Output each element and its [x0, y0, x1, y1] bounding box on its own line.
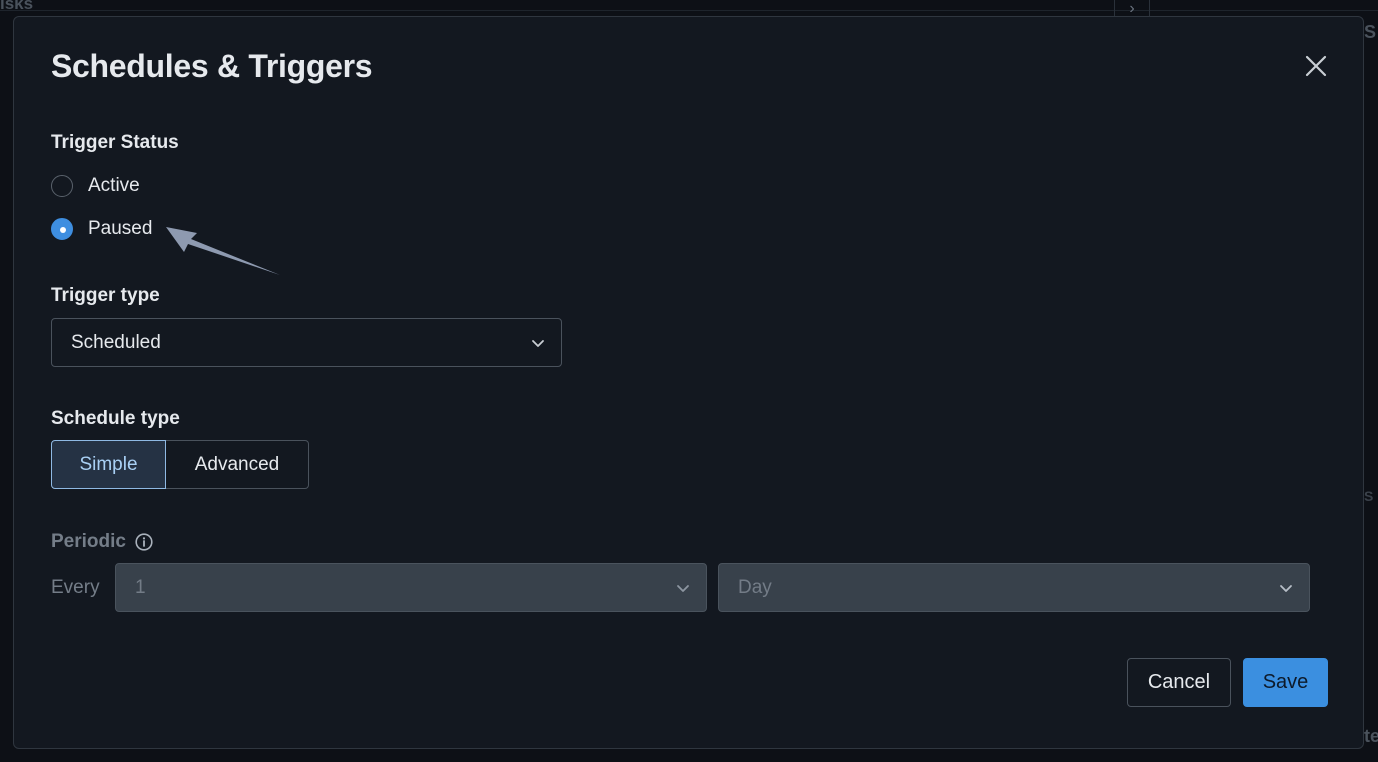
trigger-type-label: Trigger type — [51, 285, 160, 306]
chevron-down-icon — [1280, 584, 1292, 592]
background-text: isks — [0, 0, 34, 13]
info-icon[interactable] — [135, 533, 153, 551]
radio-paused[interactable]: Paused — [51, 216, 152, 242]
background-divider — [0, 10, 1378, 11]
unit-select: Day — [718, 563, 1310, 612]
chevron-down-icon — [532, 339, 544, 347]
radio-paused-label: Paused — [88, 218, 153, 239]
close-button[interactable] — [1300, 50, 1332, 82]
save-button[interactable]: Save — [1243, 658, 1328, 707]
background-text: te — [1364, 726, 1378, 746]
every-label: Every — [51, 577, 100, 598]
radio-active[interactable]: Active — [51, 173, 140, 199]
interval-select: 1 — [115, 563, 707, 612]
close-icon — [1305, 55, 1327, 77]
schedule-type-simple-button[interactable]: Simple — [51, 440, 166, 489]
radio-active-label: Active — [88, 175, 140, 196]
schedule-type-label: Schedule type — [51, 408, 180, 429]
trigger-status-label: Trigger Status — [51, 132, 179, 153]
periodic-label: Periodic — [51, 531, 126, 552]
unit-value: Day — [738, 576, 772, 598]
background-text: S — [1364, 22, 1377, 42]
schedules-triggers-dialog: Schedules & Triggers Trigger Status Acti… — [13, 16, 1364, 749]
schedule-type-advanced-button[interactable]: Advanced — [166, 440, 309, 489]
periodic-label-row: Periodic — [51, 531, 153, 553]
radio-active-circle[interactable] — [51, 175, 73, 197]
annotation-arrow — [166, 227, 280, 275]
cancel-button[interactable]: Cancel — [1127, 658, 1231, 707]
trigger-type-value: Scheduled — [71, 331, 161, 353]
schedule-type-toggle: Simple Advanced — [51, 440, 309, 489]
background-text: S — [1364, 488, 1374, 504]
dialog-title: Schedules & Triggers — [51, 48, 373, 84]
radio-paused-circle[interactable] — [51, 218, 73, 240]
chevron-down-icon — [677, 584, 689, 592]
interval-value: 1 — [135, 576, 146, 598]
trigger-type-select[interactable]: Scheduled — [51, 318, 562, 367]
